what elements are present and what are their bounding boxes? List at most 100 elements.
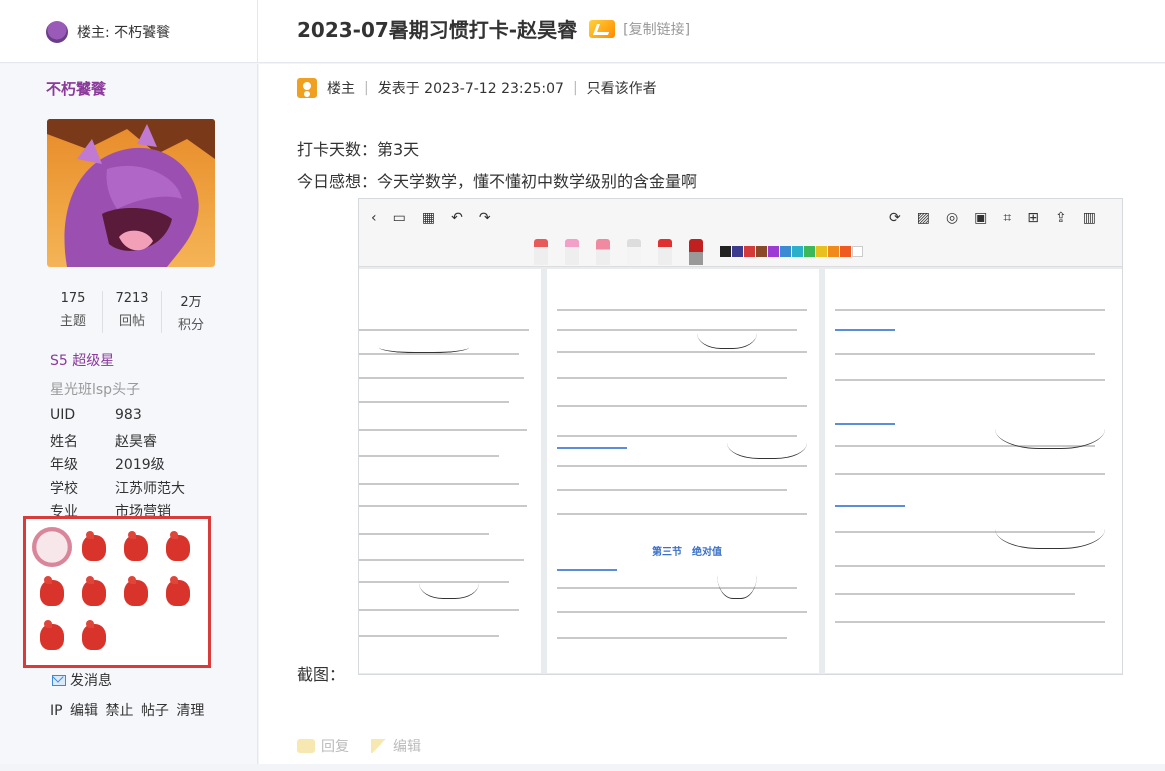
admin-link-ban[interactable]: 禁止 [105, 703, 133, 719]
stat-value: 7213 [115, 291, 149, 306]
admin-link-edit[interactable]: 编辑 [70, 703, 98, 719]
stat-topics[interactable]: 175 主题 [44, 291, 103, 333]
info-value: 江苏师范大 [115, 480, 185, 497]
info-key: UID [50, 407, 76, 423]
divider: | [572, 80, 578, 96]
info-row-name: 姓名 赵昊睿 [50, 431, 185, 455]
highlighter-tool [565, 238, 579, 265]
owner-label[interactable]: 楼主: 不朽饕餮 [77, 22, 170, 42]
color-swatch [852, 246, 863, 257]
color-swatch [780, 246, 791, 257]
reply-label: 回复 [321, 739, 349, 755]
medal-dragon[interactable] [74, 616, 114, 656]
color-swatch [816, 246, 827, 257]
redo-icon: ↷ [478, 210, 491, 226]
edit-button[interactable]: 编辑 [371, 736, 421, 756]
stat-label: 主题 [59, 314, 86, 329]
admin-link-posts[interactable]: 帖子 [141, 703, 169, 719]
medal-badge-2023[interactable] [32, 527, 72, 567]
author-username[interactable]: 不朽饕餮 [46, 78, 106, 99]
panel-icon: ▥ [1082, 210, 1096, 226]
red-pen-tool [658, 238, 672, 265]
checkin-days: 打卡天数：第3天 [297, 140, 420, 159]
thread-title: 2023-07暑期习惯打卡-赵昊睿 [297, 18, 578, 42]
title-area: 2023-07暑期习惯打卡-赵昊睿 [复制链接] [297, 14, 690, 43]
screenshot-label: 截图： [297, 665, 346, 684]
edit-label: 编辑 [393, 739, 421, 755]
author-sidebar: 不朽饕餮 175 主题 7213 回帖 2万 积分 S5 超级星 星光班lsp头… [0, 64, 258, 764]
send-message-label: 发消息 [70, 673, 112, 689]
admin-link-clean[interactable]: 清理 [176, 703, 204, 719]
medal-dragon[interactable] [32, 616, 72, 656]
medal-dragon[interactable] [158, 527, 198, 567]
color-swatch [720, 246, 731, 257]
admin-link-ip[interactable]: IP [50, 703, 63, 719]
pen-toolbar [359, 237, 1122, 267]
pen-circle-icon: ◎ [945, 210, 959, 226]
stat-points[interactable]: 2万 积分 [162, 291, 220, 333]
stat-value: 2万 [180, 295, 202, 310]
daily-feeling: 今日感想：今天学数学，懂不懂初中数学级别的含金量啊 [297, 172, 698, 191]
post-actions: 回复 编辑 [297, 736, 443, 756]
notes-app-right-icons: ⟳ ▨ ◎ ▣ ⌗ ⊞ ⇪ ▥ [889, 210, 1112, 226]
info-row-uid: UID 983 [50, 407, 185, 431]
info-row-school: 学校 江苏师范大 [50, 478, 185, 502]
reply-button[interactable]: 回复 [297, 736, 349, 756]
medal-collection [23, 516, 211, 668]
medal-dragon[interactable] [32, 572, 72, 612]
notes-app-topbar: ‹ ▭ ▦ ↶ ↷ ⟳ ▨ ◎ ▣ ⌗ ⊞ ⇪ ▥ [359, 199, 1122, 237]
divider: | [364, 80, 369, 96]
medal-dragon[interactable] [158, 572, 198, 612]
post-body: 楼主 | 发表于 2023-7-12 23:25:07 | 只看该作者 打卡天数… [259, 64, 1165, 764]
medal-dragon[interactable] [116, 527, 156, 567]
stat-value: 175 [60, 291, 86, 306]
color-swatch [792, 246, 803, 257]
page-right [825, 269, 1122, 673]
post-meta: 楼主 | 发表于 2023-7-12 23:25:07 | 只看该作者 [297, 78, 657, 98]
page-middle: 第三节 绝对值 [547, 269, 819, 673]
author-stats: 175 主题 7213 回帖 2万 积分 [44, 291, 220, 333]
admin-links: IP 编辑 禁止 帖子 清理 [50, 700, 207, 720]
post-time: 发表于 2023-7-12 23:25:07 [377, 81, 564, 97]
sidebar-icon: ▭ [392, 210, 406, 226]
top-bar: 楼主: 不朽饕餮 2023-07暑期习惯打卡-赵昊睿 [复制链接] [0, 0, 1165, 63]
copy-link-button[interactable]: [复制链接] [623, 19, 690, 39]
author-avatar[interactable] [47, 119, 215, 267]
color-swatch [840, 246, 851, 257]
send-message-link[interactable]: 发消息 [52, 670, 112, 690]
edit-icon [371, 739, 387, 753]
pen-tool [534, 238, 548, 265]
reply-icon [297, 739, 315, 753]
owner-area: 楼主: 不朽饕餮 [0, 0, 258, 63]
grid-icon: ▦ [421, 210, 436, 226]
medal-dragon[interactable] [116, 572, 156, 612]
undo-icon: ↶ [451, 210, 463, 226]
user-info-list: UID 983 姓名 赵昊睿 年级 2019级 学校 江苏师范大 专业 市场营销 [50, 407, 185, 525]
eraser-tool [596, 238, 610, 265]
pattern-icon: ▨ [916, 210, 930, 226]
color-swatch [744, 246, 755, 257]
info-key: 姓名 [50, 433, 78, 450]
purple-monster-avatar-image [47, 119, 215, 267]
medal-dragon[interactable] [74, 572, 114, 612]
add-page-icon: ⊞ [1027, 210, 1040, 226]
image-icon: ▣ [974, 210, 988, 226]
color-swatch [756, 246, 767, 257]
attached-screenshot[interactable]: ‹ ▭ ▦ ↶ ↷ ⟳ ▨ ◎ ▣ ⌗ ⊞ ⇪ ▥ 第三节 绝对值 [358, 198, 1123, 675]
color-swatch [732, 246, 743, 257]
color-swatch [768, 246, 779, 257]
user-rank[interactable]: S5 超级星 [50, 350, 114, 370]
hot-thread-icon [589, 19, 616, 38]
medal-dragon[interactable] [74, 527, 114, 567]
user-custom-title: 星光班lsp头子 [50, 382, 141, 398]
author-icon [297, 78, 317, 98]
info-key: 年级 [50, 457, 78, 473]
share-icon: ⇪ [1055, 210, 1067, 226]
owner-avatar[interactable] [46, 20, 68, 43]
stat-replies[interactable]: 7213 回帖 [103, 291, 162, 333]
only-author-link[interactable]: 只看该作者 [587, 78, 657, 98]
section-heading: 第三节 绝对值 [652, 547, 722, 558]
marker-tool [689, 238, 703, 265]
back-icon: ‹ [371, 210, 377, 226]
page-left [359, 269, 541, 673]
